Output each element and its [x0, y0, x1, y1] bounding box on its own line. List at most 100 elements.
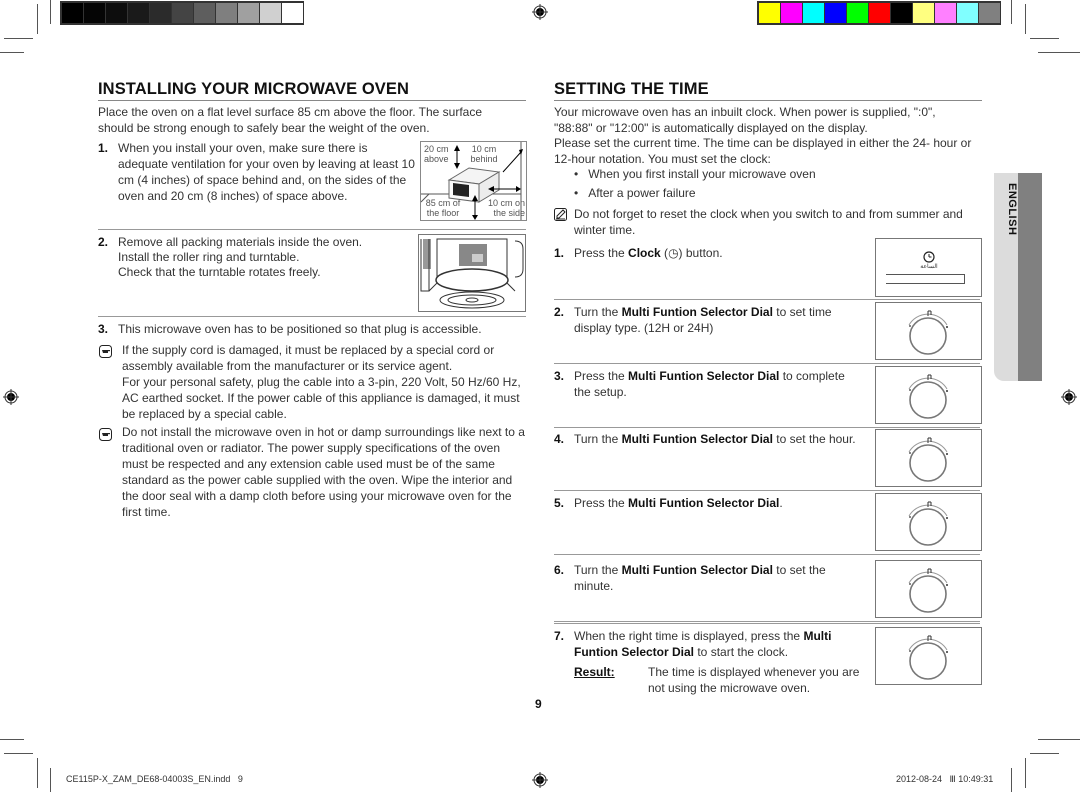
footer-timestamp: 2012-08-24 Ⅲ 10:49:31	[896, 774, 994, 784]
color-swatch	[759, 3, 780, 23]
registration-mark-icon	[1061, 389, 1077, 405]
crop-mark	[0, 739, 24, 740]
page-number: 9	[535, 697, 542, 711]
setting-time-intro-2: Please set the current time. The time ca…	[554, 136, 972, 166]
gray-swatch	[238, 3, 259, 23]
color-swatch	[957, 3, 978, 23]
crop-mark	[50, 768, 51, 792]
divider	[554, 554, 980, 555]
color-swatch	[803, 3, 824, 23]
step-control-name: Multi Funtion Selector Dial	[621, 305, 773, 319]
language-tab-edge	[1018, 173, 1042, 381]
step-number: 3.	[98, 322, 109, 336]
setting-time-intro-1: Your microwave oven has an inbuilt clock…	[554, 105, 936, 135]
setting-step-5-text: Press the Multi Funtion Selector Dial.	[574, 495, 864, 511]
bullet-item: • After a power failure	[574, 186, 696, 200]
crop-mark	[1011, 768, 1012, 792]
selector-dial-figure	[875, 627, 982, 685]
crop-mark	[37, 758, 38, 788]
selector-dial-figure	[875, 560, 982, 618]
clearance-label-floor: 85 cm of the floor	[425, 198, 461, 218]
step-text: Press the	[574, 246, 629, 260]
selector-dial-figure	[875, 366, 982, 424]
color-swatch	[913, 3, 934, 23]
gray-swatch	[172, 3, 193, 23]
step-number: 2.	[554, 305, 565, 319]
step-number: 5.	[554, 496, 565, 510]
crop-mark	[1025, 4, 1026, 34]
gray-swatch	[216, 3, 237, 23]
crop-mark	[4, 753, 33, 754]
gray-swatch	[106, 3, 127, 23]
divider	[554, 621, 980, 622]
divider	[554, 623, 980, 624]
crop-mark	[50, 0, 51, 24]
step-text: .	[779, 496, 783, 510]
step-number: 1.	[554, 246, 565, 260]
gray-swatch	[150, 3, 171, 23]
selector-dial-figure	[875, 493, 982, 551]
step-button-name: Clock	[628, 246, 661, 260]
footer-filename: CE115P-X_ZAM_DE68-04003S_EN.indd 9	[66, 774, 243, 784]
divider	[98, 316, 526, 317]
clock-panel-label: الساعة	[920, 264, 938, 270]
process-color-bar	[757, 1, 1001, 25]
setting-step-7-text: When the right time is displayed, press …	[574, 628, 864, 660]
divider	[554, 427, 980, 428]
gray-swatch	[62, 3, 83, 23]
bullet-item: • When you first install your microwave …	[574, 167, 816, 181]
installing-step-2-line-2: Install the roller ring and turntable.	[118, 250, 300, 264]
color-swatch	[891, 3, 912, 23]
crop-mark	[1038, 52, 1080, 53]
step-text: Turn the	[574, 305, 622, 319]
step-text: to start the clock.	[694, 645, 789, 659]
setting-time-note: Do not forget to reset the clock when yo…	[574, 207, 963, 237]
crop-mark	[1011, 0, 1012, 24]
divider	[554, 299, 980, 300]
selector-dial-icon	[908, 374, 948, 419]
section-heading-installing: INSTALLING YOUR MICROWAVE OVEN	[98, 80, 526, 101]
result-text: The time is displayed whenever you are n…	[648, 665, 860, 695]
step-control-name: Multi Funtion Selector Dial	[621, 563, 773, 577]
installing-step-1-text: When you install your oven, make sure th…	[118, 141, 415, 203]
step-number: 4.	[554, 432, 565, 446]
crop-mark	[37, 4, 38, 34]
installing-step-2-line-1: Remove all packing materials inside the …	[118, 235, 363, 249]
registration-mark-icon	[532, 772, 548, 788]
step-number: 7.	[554, 629, 565, 643]
language-tab-label: ENGLISH	[1006, 183, 1018, 236]
color-swatch	[935, 3, 956, 23]
installing-step-2-line-3: Check that the turntable rotates freely.	[118, 265, 321, 279]
setting-step-2-text: Turn the Multi Funtion Selector Dial to …	[574, 304, 864, 336]
selector-dial-icon	[908, 437, 948, 482]
selector-dial-icon	[908, 635, 948, 680]
gray-swatch	[260, 3, 281, 23]
registration-mark-icon	[3, 389, 19, 405]
installation-environment-note: Do not install the microwave oven in hot…	[122, 425, 525, 519]
display-bar	[886, 274, 965, 284]
color-swatch	[979, 3, 1000, 23]
crop-mark	[1025, 758, 1026, 788]
divider	[554, 490, 980, 491]
selector-dial-figure	[875, 302, 982, 360]
clearance-label-side: 10 cm on the side	[487, 198, 525, 218]
selector-dial-icon	[908, 568, 948, 613]
power-cord-note-1: If the supply cord is damaged, it must b…	[122, 343, 495, 373]
step-text: Press the	[574, 369, 629, 383]
pencil-note-icon	[554, 208, 567, 221]
divider	[554, 363, 980, 364]
clock-button-figure: الساعة	[875, 238, 982, 297]
step-text: to set the hour.	[772, 432, 856, 446]
color-swatch	[847, 3, 868, 23]
step-text: Turn the	[574, 563, 622, 577]
setting-step-6-text: Turn the Multi Funtion Selector Dial to …	[574, 562, 864, 594]
gray-color-bar	[60, 1, 304, 25]
step-number: 1.	[98, 141, 109, 155]
gray-swatch	[282, 3, 303, 23]
crop-mark	[1030, 753, 1059, 754]
step-number: 2.	[98, 235, 109, 249]
color-swatch	[825, 3, 846, 23]
gray-swatch	[128, 3, 149, 23]
ventilation-clearance-figure: 20 cm above 10 cm behind 85 cm of the fl…	[420, 141, 527, 221]
power-cord-note-2: For your personal safety, plug the cable…	[122, 375, 521, 421]
